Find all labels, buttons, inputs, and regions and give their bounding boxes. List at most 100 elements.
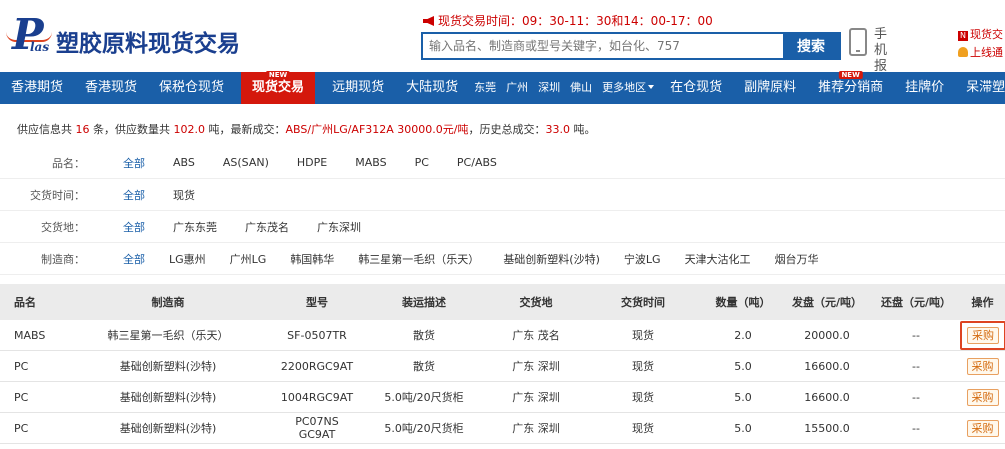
new-badge: NEW xyxy=(838,71,863,79)
filter-option-all[interactable]: 全部 xyxy=(123,187,145,203)
speaker-icon xyxy=(423,16,434,26)
spot-trade-link[interactable]: N 现货交 xyxy=(958,26,1003,42)
filter-row-product: 品名： 全部 ABS AS(SAN) HDPE MABS PC PC/ABS xyxy=(0,147,1005,179)
buy-button[interactable]: 采购 xyxy=(967,326,999,344)
nav-mainland-spot[interactable]: 大陆现货 xyxy=(395,72,469,104)
caret-down-icon xyxy=(648,85,655,89)
nav-hk-spot[interactable]: 香港现货 xyxy=(74,72,148,104)
nav-spot-trade[interactable]: NEW 现货交易 xyxy=(241,71,316,104)
filter-option[interactable]: 广东东莞 xyxy=(173,219,217,235)
cell-product: PC xyxy=(14,390,29,404)
filter-option[interactable]: 韩三星第一毛织（乐天） xyxy=(358,251,479,267)
filter-option[interactable]: 宁波LG xyxy=(624,251,661,267)
cell-qty: 5.0 xyxy=(734,390,752,404)
table-row: PC 基础创新塑料(沙特) 2200RGC9AT 散货 广东 深圳 现货 5.0… xyxy=(0,351,1005,382)
cell-model: SF-0507TR xyxy=(287,328,347,342)
nav-spot-trade-label: 现货交易 xyxy=(252,80,305,95)
filter-option[interactable]: 广州LG xyxy=(230,251,267,267)
logo-sub: las xyxy=(30,40,50,54)
nav-bonded-spot[interactable]: 保税仓现货 xyxy=(148,72,235,104)
filter-option[interactable]: ABS xyxy=(173,156,195,169)
online-link[interactable]: 上线通 xyxy=(958,44,1003,60)
main-nav: 香港期货 香港现货 保税仓现货 NEW 现货交易 远期现货 大陆现货 东莞 广州 … xyxy=(0,71,1005,104)
cell-time: 现货 xyxy=(632,422,654,435)
search-box: 搜索 xyxy=(421,32,841,60)
nav-dongguan[interactable]: 东莞 xyxy=(469,72,501,104)
summary-text: 吨。 xyxy=(570,123,596,136)
filter-option[interactable]: PC/ABS xyxy=(457,156,497,169)
cell-manufacturer: 基础创新塑料(沙特) xyxy=(119,360,217,373)
nav-secondary-material[interactable]: 副牌原料 xyxy=(733,72,807,104)
header: P las 塑胶原料现货交易 现货交易时间：09：30-11：30和14：00-… xyxy=(0,0,1005,90)
cell-time: 现货 xyxy=(632,391,654,404)
cell-shipping: 散货 xyxy=(413,329,435,342)
cell-offer: 16600.0 xyxy=(804,390,850,404)
buy-button[interactable]: 采购 xyxy=(966,419,999,437)
filter-option[interactable]: MABS xyxy=(355,156,386,169)
filter-option-all[interactable]: 全部 xyxy=(123,219,145,235)
filter-option-all[interactable]: 全部 xyxy=(123,155,145,171)
nav-recommended-dist[interactable]: NEW 推荐分销商 xyxy=(807,71,894,104)
cell-place: 广东 深圳 xyxy=(512,391,560,404)
supply-table: 品名 制造商 型号 装运描述 交货地 交货时间 数量（吨） 发盘（元/吨） 还盘… xyxy=(0,284,1005,444)
col-header: 品名 xyxy=(14,296,36,309)
cell-offer: 15500.0 xyxy=(804,421,850,435)
cell-counter: -- xyxy=(912,390,920,404)
highlight-box: 采购 xyxy=(960,320,1005,350)
col-header: 交货时间 xyxy=(621,296,665,309)
total-deal: 33.0 xyxy=(545,123,571,136)
filter-option[interactable]: 现货 xyxy=(173,187,195,203)
nav-guangzhou[interactable]: 广州 xyxy=(501,72,533,104)
cell-shipping: 散货 xyxy=(413,360,435,373)
new-badge: NEW xyxy=(265,71,291,79)
n-badge-icon: N xyxy=(958,31,968,41)
nav-hk-futures[interactable]: 香港期货 xyxy=(0,72,74,104)
nav-warehouse-spot[interactable]: 在仓现货 xyxy=(659,72,733,104)
filter-option[interactable]: PC xyxy=(415,156,429,169)
col-header: 数量（吨） xyxy=(715,296,771,309)
cell-product: PC xyxy=(14,421,29,435)
col-header: 制造商 xyxy=(151,296,185,309)
filter-panel: 品名： 全部 ABS AS(SAN) HDPE MABS PC PC/ABS 交… xyxy=(0,147,1005,275)
supply-count: 16 xyxy=(75,123,90,136)
cell-manufacturer: 韩三星第一毛织（乐天） xyxy=(107,329,229,342)
cell-offer: 20000.0 xyxy=(804,328,850,342)
filter-option[interactable]: LG惠州 xyxy=(169,251,206,267)
logo[interactable]: P las xyxy=(6,10,56,59)
filter-option[interactable]: 烟台万华 xyxy=(775,251,819,267)
nav-recommended-dist-label: 推荐分销商 xyxy=(818,80,884,95)
cell-model: 1004RGC9AT xyxy=(280,390,354,404)
filter-option[interactable]: 广东深圳 xyxy=(317,219,361,235)
nav-forward-spot[interactable]: 远期现货 xyxy=(321,72,395,104)
cell-manufacturer: 基础创新塑料(沙特) xyxy=(119,422,217,435)
filter-option-all[interactable]: 全部 xyxy=(123,251,145,267)
filter-option[interactable]: 基础创新塑料(沙特) xyxy=(503,251,600,267)
nav-more-regions[interactable]: 更多地区 xyxy=(597,72,659,104)
cell-model: 2200RGC9AT xyxy=(280,359,354,373)
cell-place: 广东 深圳 xyxy=(512,422,560,435)
nav-idle-plastics[interactable]: 呆滞塑料 xyxy=(955,72,1005,104)
buy-button[interactable]: 采购 xyxy=(966,357,999,375)
cell-action: 采购 xyxy=(960,388,1005,406)
spot-trade-text: 现货交 xyxy=(970,28,1003,41)
latest-deal: ABS/广州LG/AF312A 30000.0元/吨 xyxy=(285,123,469,136)
cell-time: 现货 xyxy=(632,329,654,342)
nav-foshan[interactable]: 佛山 xyxy=(565,72,597,104)
cell-place: 广东 茂名 xyxy=(512,329,560,342)
buy-button[interactable]: 采购 xyxy=(966,388,999,406)
nav-shenzhen[interactable]: 深圳 xyxy=(533,72,565,104)
filter-option[interactable]: HDPE xyxy=(297,156,327,169)
search-button[interactable]: 搜索 xyxy=(783,34,839,58)
filter-option[interactable]: 广东茂名 xyxy=(245,219,289,235)
filter-option[interactable]: AS(SAN) xyxy=(223,156,269,169)
filter-option[interactable]: 天津大沽化工 xyxy=(685,251,751,267)
filter-option[interactable]: 韩国韩华 xyxy=(290,251,334,267)
cell-time: 现货 xyxy=(632,360,654,373)
cell-qty: 2.0 xyxy=(734,328,752,342)
phone-icon[interactable] xyxy=(849,28,867,56)
filter-label: 品名： xyxy=(52,156,85,170)
filter-row-delivery-place: 交货地： 全部 广东东莞 广东茂名 广东深圳 xyxy=(0,211,1005,243)
search-input[interactable] xyxy=(423,34,783,58)
nav-listed-price[interactable]: 挂牌价 xyxy=(894,72,955,104)
supply-qty: 102.0 xyxy=(173,123,206,136)
